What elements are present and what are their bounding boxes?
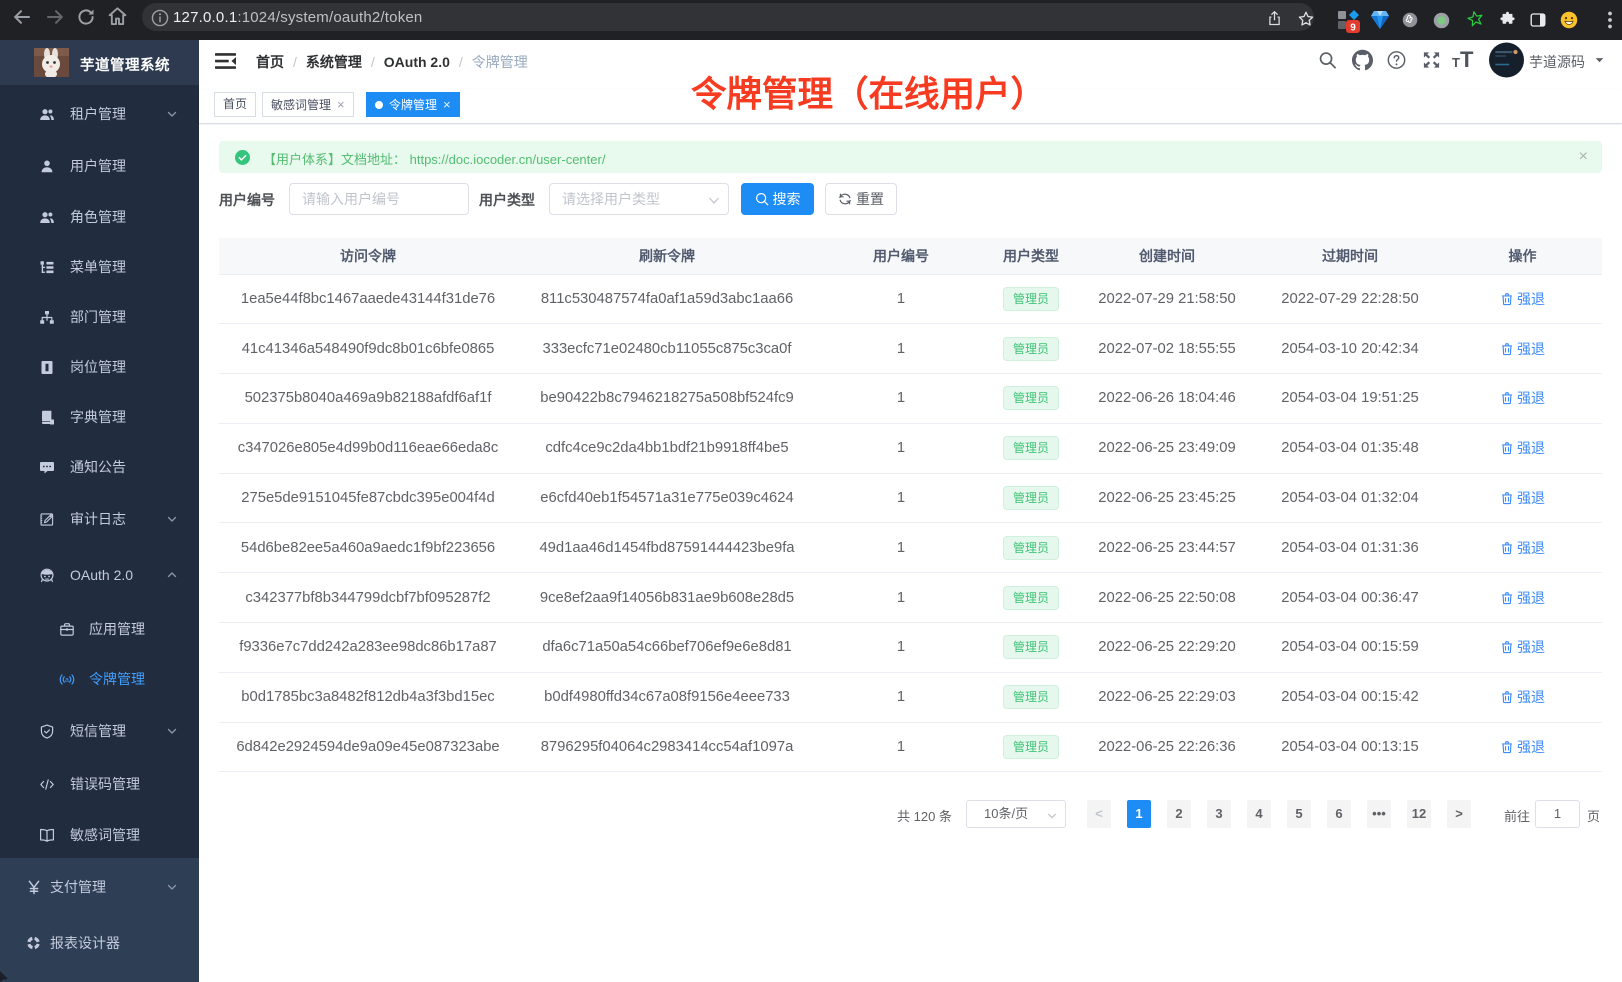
- svg-text:a: a: [65, 677, 69, 684]
- svg-text:9: 9: [1350, 23, 1356, 34]
